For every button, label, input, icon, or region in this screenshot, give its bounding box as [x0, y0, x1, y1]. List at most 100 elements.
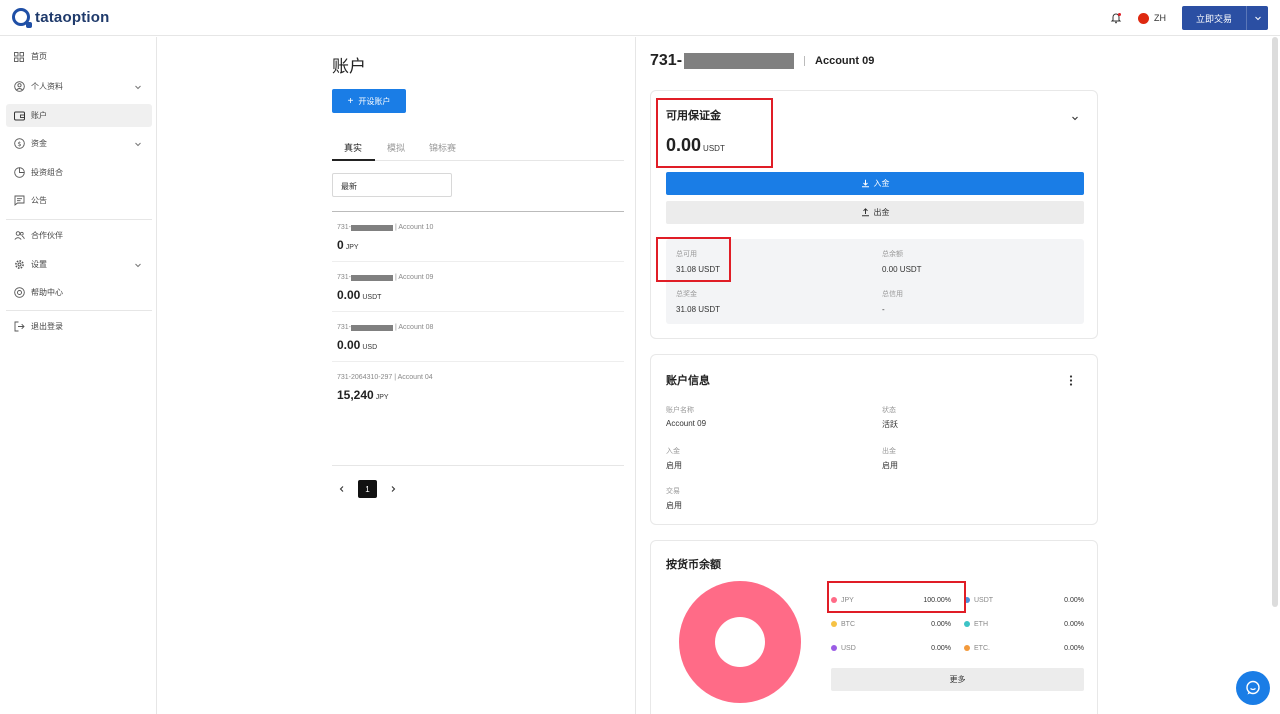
- account-id: 731-2064310-297 | Account 04: [337, 374, 433, 381]
- summary-total-bonus: 总奖金 31.08 USDT: [676, 291, 721, 314]
- legend-item-usd: USD 0.00%: [831, 642, 951, 654]
- bell-icon[interactable]: [1104, 6, 1128, 30]
- annotation-highlight: [656, 237, 731, 282]
- chevron-down-icon[interactable]: [1071, 109, 1079, 127]
- sidebar-item-label: 公告: [31, 196, 47, 205]
- legend-item-eth: ETH 0.00%: [964, 618, 1084, 630]
- logo-icon: [12, 8, 32, 28]
- masked-id: [351, 224, 394, 231]
- header-actions: ZH 立即交易: [1104, 6, 1268, 30]
- legend-dot: [964, 645, 970, 651]
- sidebar-item-announcements[interactable]: 公告: [6, 189, 152, 212]
- chevron-down-icon[interactable]: [1246, 6, 1268, 30]
- chevron-left-icon[interactable]: [332, 480, 352, 498]
- sidebar-item-label: 退出登录: [31, 322, 63, 331]
- sidebar-item-label: 账户: [31, 111, 47, 120]
- sidebar-item-label: 投资组合: [31, 168, 63, 177]
- masked-id: [684, 53, 795, 69]
- withdraw-button[interactable]: 出金: [666, 201, 1084, 224]
- field-value: 启用: [882, 461, 898, 470]
- chevron-down-icon: [132, 83, 144, 91]
- pagination: 1: [332, 480, 403, 498]
- sidebar-item-portfolio[interactable]: 投资组合: [6, 161, 152, 184]
- account-name: Account 09: [815, 55, 875, 67]
- list-divider: [332, 465, 624, 466]
- sidebar-item-label: 首页: [31, 52, 47, 61]
- open-account-button[interactable]: + 开设账户: [332, 89, 406, 113]
- field-label: 出金: [882, 448, 896, 455]
- divider: [804, 56, 806, 66]
- legend-item-usdt: USDT 0.00%: [964, 594, 1084, 606]
- field-value: 启用: [666, 501, 682, 510]
- legend-dot: [964, 621, 970, 627]
- sidebar-item-partners[interactable]: 合作伙伴: [6, 224, 152, 247]
- chat-bubble-icon: [1246, 680, 1260, 695]
- pie-chart-icon: [13, 167, 25, 179]
- account-balance: 0 JPY: [337, 238, 359, 252]
- sidebar-item-label: 合作伙伴: [31, 231, 63, 240]
- sidebar-item-label: 资金: [31, 139, 47, 148]
- field-label: 入金: [666, 448, 680, 455]
- chevron-down-icon: [132, 261, 144, 269]
- card-title: 账户信息: [666, 375, 710, 387]
- balance-by-currency-card: 按货币余额 JPY 100.00% USDT 0.00% BTC 0.00% E…: [650, 540, 1098, 714]
- page-number[interactable]: 1: [358, 480, 377, 498]
- column-divider: [635, 37, 636, 714]
- sidebar-item-label: 个人资料: [31, 82, 63, 91]
- available-margin-card: 可用保证金 0.00 USDT 入金 出金 总可用 31.08 USDT 总余额 …: [650, 90, 1098, 339]
- selected-account-header: 731- Account 09: [650, 52, 874, 70]
- summary-total-credit: 总信用 -: [882, 291, 903, 314]
- account-list-item[interactable]: 731- | Account 10 0 JPY: [332, 212, 624, 262]
- scrollbar[interactable]: [1272, 37, 1278, 607]
- field-label: 账户名称: [666, 407, 694, 414]
- sidebar-item-settings[interactable]: 设置: [6, 253, 152, 276]
- sidebar-item-home[interactable]: 首页: [6, 45, 152, 68]
- account-balance: 0.00 USDT: [337, 288, 382, 302]
- logout-icon: [13, 321, 25, 333]
- chevron-right-icon[interactable]: [383, 480, 403, 498]
- legend-item-etc: ETC. 0.00%: [964, 642, 1084, 654]
- sidebar-item-help-center[interactable]: 帮助中心: [6, 281, 152, 304]
- sidebar-item-logout[interactable]: 退出登录: [6, 315, 152, 338]
- accounts-list-panel: 账户 + 开设账户 真实 模拟 锦标赛 最新 731- | Account 10 …: [332, 37, 624, 714]
- legend-dot: [831, 645, 837, 651]
- brand-name: tataoption: [35, 8, 110, 26]
- masked-id: [351, 274, 394, 281]
- sidebar-divider: [6, 310, 152, 311]
- annotation-highlight: [656, 98, 773, 168]
- sidebar-item-account[interactable]: 账户: [6, 104, 152, 127]
- dollar-circle-icon: $: [13, 138, 25, 150]
- more-button[interactable]: 更多: [831, 668, 1084, 691]
- field-label: 状态: [882, 407, 896, 414]
- card-title: 按货币余额: [666, 559, 721, 571]
- tab-tournament[interactable]: 锦标赛: [429, 141, 456, 154]
- tab-real[interactable]: 真实: [344, 141, 362, 154]
- field-value: 活跃: [882, 420, 898, 429]
- wallet-icon: [13, 110, 25, 122]
- legend-item-btc: BTC 0.00%: [831, 618, 951, 630]
- field-value: 启用: [666, 461, 682, 470]
- trade-now-button[interactable]: 立即交易: [1182, 6, 1246, 30]
- legend-dot: [831, 621, 837, 627]
- account-list-item[interactable]: 731- | Account 08 0.00 USD: [332, 312, 624, 362]
- account-list-item[interactable]: 731-2064310-297 | Account 04 15,240 JPY: [332, 362, 624, 412]
- deposit-button[interactable]: 入金: [666, 172, 1084, 195]
- language-selector[interactable]: ZH: [1154, 13, 1166, 23]
- sidebar-item-funds[interactable]: $ 资金: [6, 132, 152, 155]
- sort-select[interactable]: 最新: [332, 173, 452, 197]
- account-id: 731- | Account 09: [337, 274, 434, 281]
- account-list-item[interactable]: 731- | Account 09 0.00 USDT: [332, 262, 624, 312]
- chat-support-button[interactable]: [1236, 671, 1270, 705]
- tab-demo[interactable]: 模拟: [387, 141, 405, 154]
- brand-logo[interactable]: tataoption: [12, 8, 110, 28]
- open-account-label: 开设账户: [358, 96, 391, 106]
- sidebar: 首页 个人资料 账户 $ 资金 投资组合 公告 合作伙伴 设置 帮助中心 退出登…: [0, 37, 157, 714]
- account-balance: 15,240 JPY: [337, 388, 389, 402]
- sidebar-item-profile[interactable]: 个人资料: [6, 75, 152, 98]
- message-square-icon: [13, 195, 25, 207]
- chevron-down-icon: [132, 140, 144, 148]
- sidebar-divider: [6, 219, 152, 220]
- sidebar-item-label: 帮助中心: [31, 288, 63, 297]
- upload-icon: [861, 208, 870, 217]
- more-vertical-icon[interactable]: [1069, 373, 1073, 391]
